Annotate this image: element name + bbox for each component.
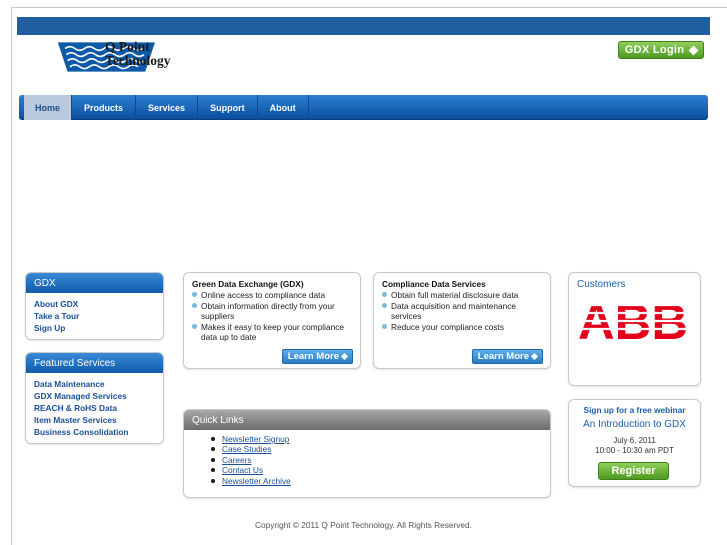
diamond-icon [530,352,539,361]
webinar-panel: Sign up for a free webinar An Introducti… [568,399,701,487]
abb-logo-icon[interactable]: ABB [577,297,689,342]
list-item: Obtain information directly from your su… [192,301,352,322]
link-gdx-managed-services[interactable]: GDX Managed Services [34,390,155,402]
gdx-panel: GDX About GDX Take a Tour Sign Up [25,272,164,340]
diamond-icon [340,352,349,361]
nav-item-products[interactable]: Products [72,95,137,120]
gdx-login-label: GDX Login [624,44,685,56]
link-sign-up[interactable]: Sign Up [34,322,155,334]
learn-more-label: Learn More [477,351,529,362]
link-careers[interactable]: Careers [211,455,550,465]
company-name-line1: Q Point [105,39,150,54]
featured-services-panel: Featured Services Data Maintenance GDX M… [25,352,164,444]
footer-copyright: Copyright © 2011 Q Point Technology. All… [255,520,472,530]
nav-item-support[interactable]: Support [198,95,258,120]
webinar-time: 10:00 - 10:30 am PDT [595,446,674,455]
top-bar [17,17,710,35]
arrow-right-icon [688,45,699,55]
link-reach-rohs-data[interactable]: REACH & RoHS Data [34,402,155,414]
compliance-learn-more-button[interactable]: Learn More [471,349,543,364]
quick-links-panel: Quick Links Newsletter Signup Case Studi… [183,409,551,498]
nav-label: Services [148,102,186,113]
nav-item-home[interactable]: Home [24,95,73,120]
company-name: Q Point Technology [105,40,171,68]
gdx-learn-more-button[interactable]: Learn More [281,349,353,364]
webinar-topic[interactable]: An Introduction to GDX [569,415,700,430]
list-item: Makes it easy to keep your compliance da… [192,322,352,343]
company-name-line2: Technology [105,53,171,68]
abb-logo-text: ABB [578,297,688,342]
gdx-card-title: Green Data Exchange (GDX) [192,279,304,289]
link-newsletter-archive[interactable]: Newsletter Archive [211,476,550,486]
list-item: Online access to compliance data [192,290,352,301]
gdx-panel-title: GDX [26,273,163,293]
quick-links-title: Quick Links [184,410,550,430]
link-data-maintenance[interactable]: Data Maintenance [34,378,155,390]
register-button[interactable]: Register [598,462,669,480]
link-item-master-services[interactable]: Item Master Services [34,414,155,426]
nav-item-about[interactable]: About [258,95,309,120]
customers-title: Customers [577,279,626,290]
link-contact-us[interactable]: Contact Us [211,465,550,475]
list-item: Data acquisition and maintenance service… [382,301,542,322]
nav-label: Products [84,102,124,113]
link-business-consolidation[interactable]: Business Consolidation [34,426,155,438]
link-case-studies[interactable]: Case Studies [211,444,550,454]
nav-label: About [269,102,296,113]
nav-label: Support [210,102,245,113]
gdx-card: Green Data Exchange (GDX) Online access … [183,272,361,369]
customers-panel: Customers ABB [568,272,701,386]
webinar-signup-link[interactable]: Sign up for a free webinar [569,400,700,415]
list-item: Obtain full material disclosure data [382,290,542,301]
compliance-card-title: Compliance Data Services [382,279,486,289]
list-item: Reduce your compliance costs [382,322,542,333]
gdx-login-button[interactable]: GDX Login [618,41,704,59]
link-newsletter-signup[interactable]: Newsletter Signup [211,434,550,444]
nav-label: Home [35,102,61,113]
learn-more-label: Learn More [287,351,339,362]
webinar-date: July 6, 2011 [613,436,656,445]
link-take-a-tour[interactable]: Take a Tour [34,310,155,322]
link-about-gdx[interactable]: About GDX [34,298,155,310]
main-nav: Home Products Services Support About [19,95,708,120]
nav-item-services[interactable]: Services [136,95,199,120]
featured-services-title: Featured Services [26,353,163,373]
compliance-card: Compliance Data Services Obtain full mat… [373,272,551,369]
